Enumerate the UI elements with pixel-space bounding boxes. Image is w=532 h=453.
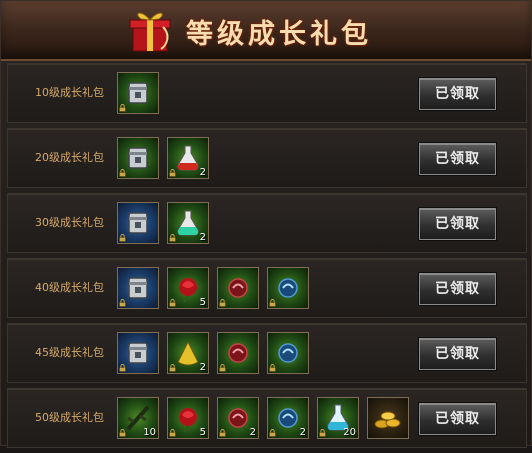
item-count: 2 (299, 427, 306, 438)
item-count: 5 (199, 297, 206, 308)
item-slot[interactable] (217, 267, 259, 309)
reward-row: 45级成长礼包 2 已领取 (7, 323, 527, 383)
item-count: 5 (199, 427, 206, 438)
item-slot[interactable] (117, 72, 159, 114)
item-slot[interactable] (117, 332, 159, 374)
row-label: 20级成长礼包 (35, 151, 104, 164)
item-count: 2 (199, 362, 206, 373)
lock-icon (119, 429, 126, 437)
item-slot[interactable] (267, 267, 309, 309)
lock-icon (169, 364, 176, 372)
item-slot[interactable]: 2 (217, 397, 259, 439)
reward-rows: 10级成长礼包 已领取 20级成长礼包 2 已领取 30级成长礼包 2 已领取 40级成长礼包 5… (7, 63, 527, 453)
item-slot[interactable]: 2 (267, 397, 309, 439)
lock-icon (219, 299, 226, 307)
reward-row: 50级成长礼包 10 5 2 2 20 已领取 (7, 388, 527, 448)
item-slot[interactable]: 2 (167, 202, 209, 244)
claimed-button[interactable]: 已领取 (419, 78, 496, 110)
lock-icon (269, 364, 276, 372)
item-count: 20 (343, 427, 356, 438)
row-label: 40级成长礼包 (35, 281, 104, 294)
row-label: 45级成长礼包 (35, 346, 104, 359)
item-slot[interactable]: 5 (167, 397, 209, 439)
page-title: 等级成长礼包 (186, 19, 372, 50)
lock-icon (119, 299, 126, 307)
claimed-button[interactable]: 已领取 (419, 273, 496, 305)
lock-icon (169, 429, 176, 437)
item-slot[interactable]: 5 (167, 267, 209, 309)
item-slot[interactable] (117, 267, 159, 309)
reward-row: 20级成长礼包 2 已领取 (7, 128, 527, 188)
claimed-button[interactable]: 已领取 (419, 208, 496, 240)
item-slot[interactable] (117, 137, 159, 179)
reward-row: 30级成长礼包 2 已领取 (7, 193, 527, 253)
item-slot[interactable]: 2 (167, 332, 209, 374)
row-label: 30级成长礼包 (35, 216, 104, 229)
lock-icon (119, 234, 126, 242)
item-count: 2 (199, 232, 206, 243)
item-slot[interactable] (367, 397, 409, 439)
claimed-button[interactable]: 已领取 (419, 403, 496, 435)
lock-icon (169, 299, 176, 307)
lock-icon (269, 299, 276, 307)
item-count: 10 (143, 427, 156, 438)
lock-icon (119, 169, 126, 177)
item-count: 2 (249, 427, 256, 438)
lock-icon (169, 169, 176, 177)
item-count: 2 (199, 167, 206, 178)
item-slot[interactable] (217, 332, 259, 374)
lock-icon (269, 429, 276, 437)
growth-gift-panel: 等级成长礼包 10级成长礼包 已领取 20级成长礼包 2 已领取 30级成长礼包 2 已领取 4… (0, 0, 532, 448)
lock-icon (119, 104, 126, 112)
item-slot[interactable]: 10 (117, 397, 159, 439)
gift-box-icon (129, 12, 171, 52)
claimed-button[interactable]: 已领取 (419, 338, 496, 370)
panel-header: 等级成长礼包 (1, 1, 531, 61)
lock-icon (119, 364, 126, 372)
item-slot[interactable]: 20 (317, 397, 359, 439)
item-slot[interactable] (117, 202, 159, 244)
lock-icon (169, 234, 176, 242)
row-label: 50级成长礼包 (35, 411, 104, 424)
lock-icon (319, 429, 326, 437)
lock-icon (219, 429, 226, 437)
claimed-button[interactable]: 已领取 (419, 143, 496, 175)
reward-row: 10级成长礼包 已领取 (7, 63, 527, 123)
row-label: 10级成长礼包 (35, 86, 104, 99)
item-slot[interactable]: 2 (167, 137, 209, 179)
lock-icon (219, 364, 226, 372)
reward-row: 40级成长礼包 5 已领取 (7, 258, 527, 318)
item-slot[interactable] (267, 332, 309, 374)
